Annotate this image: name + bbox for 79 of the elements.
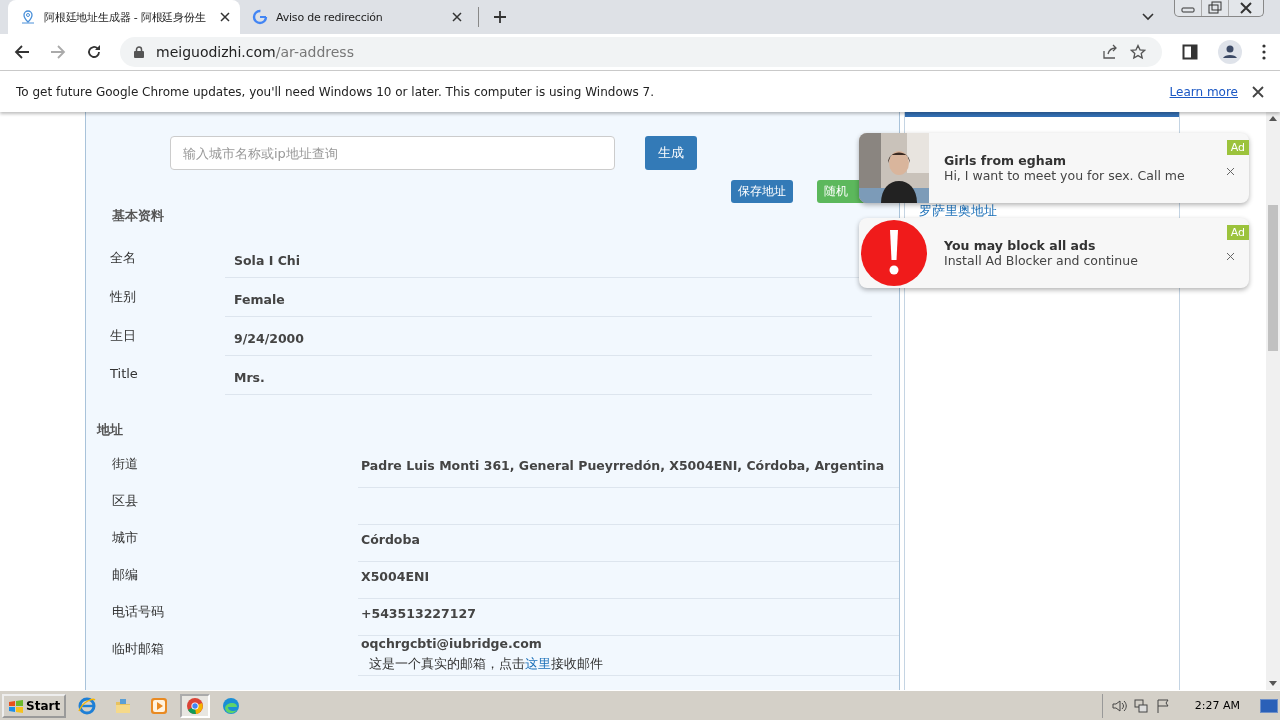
google-icon — [252, 9, 268, 25]
star-icon[interactable] — [1130, 44, 1146, 60]
network-icon[interactable] — [1132, 697, 1149, 714]
close-icon[interactable] — [1226, 167, 1235, 176]
chrome-icon — [186, 696, 205, 715]
ad-badge: Ad — [1226, 140, 1249, 155]
field-value: Mrs. — [234, 370, 266, 385]
field-label: Title — [109, 365, 139, 383]
share-icon[interactable] — [1102, 44, 1118, 60]
address-bar[interactable]: meiguodizhi.com/ar-address — [120, 37, 1162, 67]
browser-tab[interactable]: 阿根廷地址生成器 - 阿根廷身份生 — [8, 0, 240, 34]
close-icon[interactable] — [1252, 85, 1264, 98]
scroll-down-icon[interactable] — [1269, 681, 1277, 686]
ad-text: Hi, I want to meet you for sex. Call me — [944, 168, 1185, 183]
browser-tab[interactable]: Aviso de redirección — [240, 0, 472, 34]
field-label: 全名 — [109, 249, 137, 267]
infobar-message: To get future Google Chrome updates, you'll need Windows 10 or later. This computer is using Windows 7. — [16, 84, 655, 99]
field-label: 临时邮箱 — [111, 640, 165, 658]
play-icon — [150, 696, 169, 715]
window-controls[interactable] — [1174, 0, 1264, 17]
ad-title: You may block all ads — [944, 238, 1097, 253]
edge-icon — [222, 696, 241, 715]
tab-title: Aviso de redirección — [276, 10, 384, 24]
ad-title: Girls from egham — [944, 153, 1068, 168]
map-pin-icon — [20, 9, 36, 25]
field-label: 生日 — [109, 327, 137, 345]
folder-icon — [114, 696, 133, 715]
scrollbar[interactable] — [1266, 112, 1280, 690]
ad-notification[interactable]: Girls from egham Hi, I want to meet you for sex. Call me Ad — [859, 133, 1249, 203]
field-label: 区县 — [111, 492, 139, 510]
field-label: 街道 — [111, 455, 139, 473]
ad-text: Install Ad Blocker and continue — [944, 253, 1138, 268]
browser-e-icon — [78, 696, 97, 715]
email-note: 这是一个真实的邮箱，点击这里接收邮件 — [368, 655, 604, 673]
show-desktop-button[interactable] — [1260, 698, 1278, 713]
new-tab-icon[interactable] — [493, 10, 507, 24]
field-label: 城市 — [111, 529, 139, 547]
scrollbar-thumb[interactable] — [1268, 205, 1278, 351]
close-icon[interactable] — [452, 12, 462, 22]
generate-button[interactable]: 生成 — [645, 136, 697, 170]
start-button[interactable]: Start — [2, 693, 67, 718]
more-menu-icon[interactable] — [1262, 44, 1266, 60]
field-value: Sola I Chi — [234, 253, 302, 268]
section-heading: 基本资料 — [111, 207, 165, 225]
chevron-down-icon[interactable] — [1142, 13, 1154, 21]
field-label: 性别 — [109, 288, 137, 306]
exclamation-icon — [861, 220, 927, 286]
tab-title: 阿根廷地址生成器 - 阿根廷身份生 — [44, 9, 207, 25]
flag-icon[interactable] — [1154, 697, 1171, 714]
field-label: 邮编 — [111, 566, 139, 584]
field-value: Padre Luis Monti 361, General Pueyrredón, X5004ENI, Córdoba, Argentina — [361, 458, 886, 473]
windows-logo-icon — [8, 698, 24, 713]
ad-notification[interactable]: You may block all ads Install Ad Blocker and continue Ad — [859, 218, 1249, 288]
field-value: X5004ENI — [361, 569, 431, 584]
search-field[interactable]: 输入城市名称或ip地址查询 — [170, 136, 615, 170]
section-heading: 地址 — [95, 421, 124, 439]
field-value: 9/24/2000 — [234, 331, 305, 346]
taskbar-app[interactable] — [180, 693, 211, 718]
close-icon[interactable] — [1226, 252, 1235, 261]
profile-avatar-icon[interactable] — [1218, 40, 1242, 64]
close-icon[interactable] — [220, 12, 230, 22]
sidebar-link[interactable]: 罗萨里奥地址 — [919, 203, 997, 218]
field-value: Female — [234, 292, 286, 307]
speaker-icon[interactable] — [1110, 697, 1127, 714]
save-address-button[interactable]: 保存地址 — [731, 180, 793, 203]
here-link[interactable]: 这里 — [525, 656, 551, 671]
field-label: 电话号码 — [111, 603, 165, 621]
back-arrow-icon[interactable] — [14, 44, 30, 60]
reload-icon[interactable] — [86, 44, 102, 60]
side-panel-icon[interactable] — [1182, 44, 1198, 60]
lock-icon — [134, 46, 144, 58]
learn-more-link[interactable]: Learn more — [1169, 84, 1238, 99]
field-value: Córdoba — [361, 532, 421, 547]
url-text: meiguodizhi.com/ar-address — [156, 44, 354, 60]
field-value: oqchrgcbti@iubridge.com — [361, 636, 543, 651]
clock[interactable]: 2:27 AM — [1194, 699, 1240, 712]
scroll-up-icon[interactable] — [1269, 116, 1277, 121]
ad-badge: Ad — [1226, 225, 1249, 240]
field-value: +543513227127 — [361, 606, 477, 621]
